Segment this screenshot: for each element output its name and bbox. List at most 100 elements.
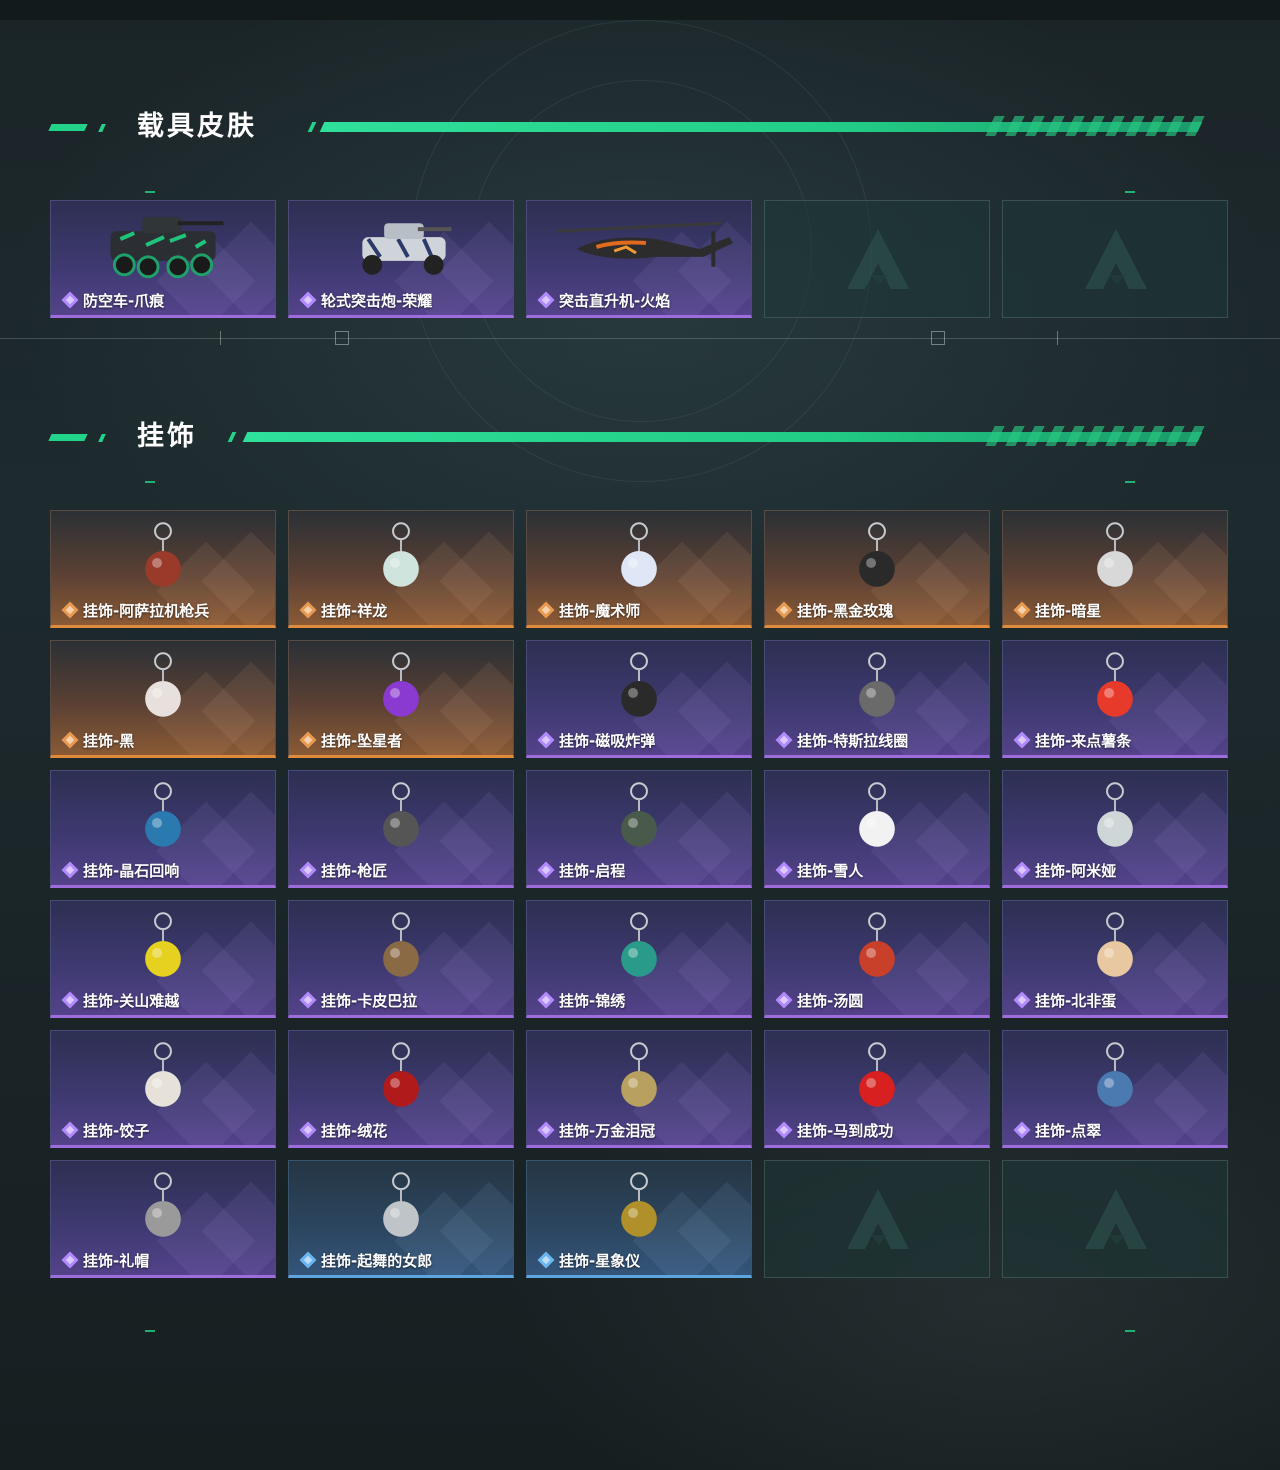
item-card[interactable]: 挂饰-星象仪 bbox=[526, 1160, 752, 1278]
item-label: 挂饰-雪人 bbox=[775, 861, 864, 880]
item-card[interactable]: 挂饰-枪匠 bbox=[288, 770, 514, 888]
item-label: 轮式突击炮-荣耀 bbox=[299, 291, 432, 310]
rarity-diamond-icon bbox=[537, 291, 555, 309]
section-title: 载具皮肤 bbox=[137, 111, 257, 142]
empty-slot-card bbox=[1002, 200, 1228, 318]
item-card[interactable]: 挂饰-起舞的女郎 bbox=[288, 1160, 514, 1278]
item-name: 挂饰-黑金玫瑰 bbox=[797, 601, 894, 620]
orrery-charm-icon bbox=[621, 1172, 657, 1237]
armored-vehicle-icon bbox=[110, 217, 224, 279]
item-name: 挂饰-饺子 bbox=[83, 1121, 150, 1140]
black-tag-charm-icon bbox=[145, 652, 181, 717]
rarity-diamond-icon bbox=[775, 1121, 793, 1139]
item-label: 挂饰-北非蛋 bbox=[1013, 991, 1116, 1010]
section-header-vehicle-skins: 载具皮肤 bbox=[0, 107, 1280, 147]
item-label: 挂饰-万金泪冠 bbox=[537, 1121, 655, 1140]
rarity-diamond-icon bbox=[299, 991, 317, 1009]
dumpling-plate-charm-icon bbox=[145, 1042, 181, 1107]
title-dash bbox=[48, 124, 88, 131]
empty-slot-card bbox=[764, 1160, 990, 1278]
snowman-charm-icon bbox=[859, 782, 895, 847]
rarity-diamond-icon bbox=[775, 601, 793, 619]
rarity-diamond-icon bbox=[1013, 731, 1031, 749]
dancer-statue-charm-icon bbox=[383, 1172, 419, 1237]
item-card[interactable]: 挂饰-雪人 bbox=[764, 770, 990, 888]
item-card[interactable]: 挂饰-坠星者 bbox=[288, 640, 514, 758]
item-label: 挂饰-阿萨拉机枪兵 bbox=[61, 601, 209, 620]
item-name: 挂饰-汤圆 bbox=[797, 991, 864, 1010]
item-card[interactable]: 挂饰-黑 bbox=[50, 640, 276, 758]
item-name: 挂饰-黑 bbox=[83, 731, 135, 750]
item-card[interactable]: 防空车-爪痕 bbox=[50, 200, 276, 318]
item-label: 挂饰-黑金玫瑰 bbox=[775, 601, 894, 620]
gunsmith-charm-icon bbox=[383, 782, 419, 847]
item-name: 突击直升机-火焰 bbox=[559, 291, 671, 310]
item-card[interactable]: 挂饰-点翠 bbox=[1002, 1030, 1228, 1148]
item-card[interactable]: 挂饰-饺子 bbox=[50, 1030, 276, 1148]
item-card[interactable]: 挂饰-汤圆 bbox=[764, 900, 990, 1018]
top-strip bbox=[0, 0, 1280, 20]
rarity-diamond-icon bbox=[299, 1251, 317, 1269]
item-card[interactable]: 挂饰-晶石回响 bbox=[50, 770, 276, 888]
rarity-diamond-icon bbox=[1013, 601, 1031, 619]
tangyuan-bowl-charm-icon bbox=[859, 912, 895, 977]
attack-helicopter-icon bbox=[556, 221, 734, 267]
item-label: 挂饰-暗星 bbox=[1013, 601, 1102, 620]
tesla-coil-charm-icon bbox=[859, 652, 895, 717]
item-label: 挂饰-关山难越 bbox=[61, 991, 180, 1010]
item-card[interactable]: 挂饰-绒花 bbox=[288, 1030, 514, 1148]
item-card[interactable]: 挂饰-暗星 bbox=[1002, 510, 1228, 628]
item-name: 挂饰-关山难越 bbox=[83, 991, 180, 1010]
item-name: 挂饰-特斯拉线圈 bbox=[797, 731, 909, 750]
item-card[interactable]: 挂饰-黑金玫瑰 bbox=[764, 510, 990, 628]
rarity-diamond-icon bbox=[299, 1121, 317, 1139]
fries-charm-icon bbox=[1097, 652, 1133, 717]
item-card[interactable]: 挂饰-阿米娅 bbox=[1002, 770, 1228, 888]
title-checker-pattern bbox=[985, 426, 1205, 446]
item-card[interactable]: 挂饰-马到成功 bbox=[764, 1030, 990, 1148]
item-label: 挂饰-卡皮巴拉 bbox=[299, 991, 417, 1010]
vehicle-skins-grid: 防空车-爪痕 轮式突击炮-荣耀 突击直升机-火焰 bbox=[50, 200, 1230, 320]
placeholder-logo-icon bbox=[847, 1189, 909, 1249]
item-name: 挂饰-雪人 bbox=[797, 861, 864, 880]
item-name: 挂饰-枪匠 bbox=[321, 861, 388, 880]
item-card[interactable]: 挂饰-北非蛋 bbox=[1002, 900, 1228, 1018]
gunner-charm-icon bbox=[145, 522, 181, 587]
item-card[interactable]: 挂饰-启程 bbox=[526, 770, 752, 888]
item-card[interactable]: 挂饰-阿萨拉机枪兵 bbox=[50, 510, 276, 628]
rarity-diamond-icon bbox=[299, 291, 317, 309]
rarity-diamond-icon bbox=[775, 731, 793, 749]
butterfly-charm-icon bbox=[621, 912, 657, 977]
item-card[interactable]: 挂饰-特斯拉线圈 bbox=[764, 640, 990, 758]
medallion-charm-icon bbox=[621, 782, 657, 847]
item-label: 挂饰-特斯拉线圈 bbox=[775, 731, 909, 750]
red-flower-charm-icon bbox=[383, 1042, 419, 1107]
rarity-diamond-icon bbox=[537, 991, 555, 1009]
item-name: 挂饰-磁吸炸弹 bbox=[559, 731, 656, 750]
item-card[interactable]: 轮式突击炮-荣耀 bbox=[288, 200, 514, 318]
item-card[interactable]: 突击直升机-火焰 bbox=[526, 200, 752, 318]
item-card[interactable]: 挂饰-卡皮巴拉 bbox=[288, 900, 514, 1018]
item-card[interactable]: 挂饰-来点薯条 bbox=[1002, 640, 1228, 758]
item-name: 挂饰-锦绣 bbox=[559, 991, 626, 1010]
dragon-charm-icon bbox=[383, 522, 419, 587]
item-card[interactable]: 挂饰-礼帽 bbox=[50, 1160, 276, 1278]
item-card[interactable]: 挂饰-万金泪冠 bbox=[526, 1030, 752, 1148]
item-card[interactable]: 挂饰-磁吸炸弹 bbox=[526, 640, 752, 758]
corner-mark bbox=[145, 1330, 155, 1332]
item-card[interactable]: 挂饰-锦绣 bbox=[526, 900, 752, 1018]
item-name: 挂饰-暗星 bbox=[1035, 601, 1102, 620]
empty-slot-card bbox=[1002, 1160, 1228, 1278]
divider-square bbox=[931, 331, 945, 345]
item-name: 挂饰-阿米娅 bbox=[1035, 861, 1117, 880]
item-card[interactable]: 挂饰-祥龙 bbox=[288, 510, 514, 628]
divider-line bbox=[0, 338, 1280, 339]
divider-tick bbox=[220, 331, 221, 345]
rarity-diamond-icon bbox=[61, 1251, 79, 1269]
item-name: 挂饰-来点薯条 bbox=[1035, 731, 1132, 750]
rarity-diamond-icon bbox=[299, 731, 317, 749]
yellow-tube-charm-icon bbox=[145, 912, 181, 977]
item-card[interactable]: 挂饰-魔术师 bbox=[526, 510, 752, 628]
item-name: 挂饰-起舞的女郎 bbox=[321, 1251, 433, 1270]
item-card[interactable]: 挂饰-关山难越 bbox=[50, 900, 276, 1018]
